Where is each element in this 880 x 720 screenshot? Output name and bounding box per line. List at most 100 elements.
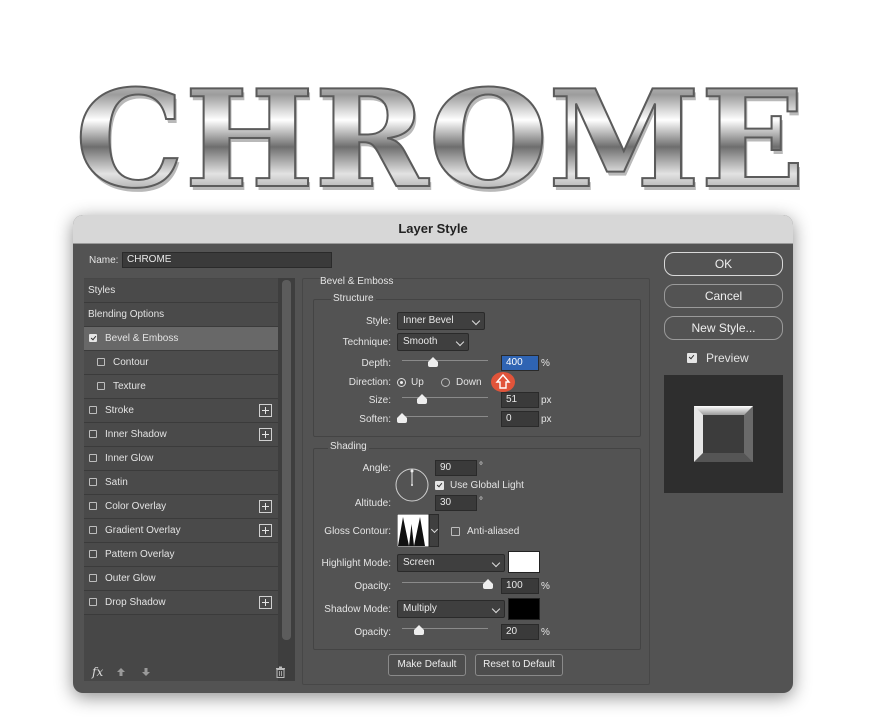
styles-list: Styles Blending Options Bevel & Emboss Con…	[84, 278, 295, 681]
shadow-mode-dropdown[interactable]: Multiply	[397, 600, 505, 618]
highlight-mode-dropdown[interactable]: Screen	[397, 554, 505, 572]
sidebar-item-label: Satin	[105, 477, 128, 488]
shadow-color-swatch[interactable]	[508, 598, 540, 620]
anti-aliased-label: Anti-aliased	[467, 526, 520, 537]
preview-label: Preview	[706, 351, 749, 365]
depth-label: Depth:	[361, 358, 391, 369]
chrome-text: CHROME	[75, 60, 805, 218]
sidebar-item-gradient-overlay[interactable]: Gradient Overlay	[84, 519, 278, 543]
highlight-opacity-input[interactable]: 100	[501, 578, 539, 594]
depth-slider-track[interactable]	[402, 360, 488, 361]
ok-button[interactable]: OK	[664, 252, 783, 276]
dialog-title: Layer Style	[73, 215, 793, 244]
sidebar-item-checkbox[interactable]	[89, 334, 97, 342]
styles-scrollbar[interactable]	[278, 278, 295, 681]
sidebar-item-drop-shadow[interactable]: Drop Shadow	[84, 591, 278, 615]
styles-header[interactable]: Styles	[84, 279, 278, 303]
highlight-opacity-unit: %	[541, 581, 550, 592]
sidebar-item-checkbox[interactable]	[89, 502, 97, 510]
preview-checkbox[interactable]	[687, 353, 697, 363]
add-effect-plus-icon[interactable]	[259, 524, 272, 537]
preview-thumbnail	[664, 375, 783, 493]
add-effect-plus-icon[interactable]	[259, 500, 272, 513]
soften-label: Soften:	[359, 414, 391, 425]
layer-style-dialog: Layer Style Name: CHROME Styles Blending…	[73, 215, 793, 693]
radio-dot	[400, 381, 403, 384]
shadow-mode-value: Multiply	[403, 603, 437, 614]
gloss-contour-swatch[interactable]	[397, 514, 429, 547]
fx-icon[interactable]: fx	[92, 665, 103, 679]
sidebar-item-pattern-overlay[interactable]: Pattern Overlay	[84, 543, 278, 567]
sidebar-item-checkbox[interactable]	[89, 526, 97, 534]
shadow-opacity-unit: %	[541, 627, 550, 638]
sidebar-item-checkbox[interactable]	[89, 598, 97, 606]
arrow-up-icon[interactable]	[116, 667, 126, 677]
angle-dial[interactable]	[394, 467, 430, 503]
highlight-color-swatch[interactable]	[508, 551, 540, 573]
sidebar-item-checkbox[interactable]	[89, 454, 97, 462]
chevron-down-icon	[455, 337, 465, 347]
angle-label: Angle:	[362, 463, 391, 474]
sidebar-item-inner-shadow[interactable]: Inner Shadow	[84, 423, 278, 447]
style-value: Inner Bevel	[403, 315, 454, 326]
sidebar-item-outer-glow[interactable]: Outer Glow	[84, 567, 278, 591]
altitude-unit: °	[479, 496, 483, 507]
sidebar-item-checkbox[interactable]	[89, 574, 97, 582]
sidebar-item-label: Bevel & Emboss	[105, 333, 179, 344]
sidebar-item-satin[interactable]: Satin	[84, 471, 278, 495]
soften-input[interactable]: 0	[501, 411, 539, 427]
scrollbar-thumb[interactable]	[282, 280, 291, 640]
shadow-opacity-label: Opacity:	[354, 627, 391, 638]
global-light-checkbox[interactable]	[435, 481, 444, 490]
new-style-button[interactable]: New Style...	[664, 316, 783, 340]
sidebar-item-bevel-emboss[interactable]: Bevel & Emboss	[84, 327, 278, 351]
name-input[interactable]: CHROME	[122, 252, 332, 268]
sidebar-item-label: Stroke	[105, 405, 134, 416]
highlight-mode-label: Highlight Mode:	[321, 558, 391, 569]
cancel-button[interactable]: Cancel	[664, 284, 783, 308]
altitude-input[interactable]: 30	[435, 495, 477, 511]
highlight-opacity-slider-track[interactable]	[402, 582, 488, 583]
anti-aliased-checkbox[interactable]	[451, 527, 460, 536]
make-default-button[interactable]: Make Default	[388, 654, 466, 676]
sidebar-item-color-overlay[interactable]: Color Overlay	[84, 495, 278, 519]
direction-up-radio[interactable]	[397, 378, 406, 387]
sidebar-item-checkbox[interactable]	[89, 406, 97, 414]
sidebar-item-checkbox[interactable]	[97, 382, 105, 390]
add-effect-plus-icon[interactable]	[259, 596, 272, 609]
size-slider-track[interactable]	[402, 397, 488, 398]
sidebar-item-label: Texture	[113, 381, 146, 392]
soften-slider-track[interactable]	[402, 416, 488, 417]
arrow-down-icon[interactable]	[141, 667, 151, 677]
technique-dropdown[interactable]: Smooth	[397, 333, 469, 351]
technique-label: Technique:	[342, 337, 391, 348]
sidebar-item-label: Gradient Overlay	[105, 525, 181, 536]
angle-unit: °	[479, 461, 483, 472]
add-effect-plus-icon[interactable]	[259, 428, 272, 441]
size-input[interactable]: 51	[501, 392, 539, 408]
sidebar-item-checkbox[interactable]	[97, 358, 105, 366]
angle-input[interactable]: 90	[435, 460, 477, 476]
add-effect-plus-icon[interactable]	[259, 404, 272, 417]
sidebar-item-inner-glow[interactable]: Inner Glow	[84, 447, 278, 471]
depth-unit: %	[541, 358, 550, 369]
direction-down-label: Down	[456, 377, 482, 388]
shadow-opacity-input[interactable]: 20	[501, 624, 539, 640]
gloss-contour-dropdown[interactable]	[429, 514, 439, 547]
style-dropdown[interactable]: Inner Bevel	[397, 312, 485, 330]
highlight-opacity-label: Opacity:	[354, 581, 391, 592]
trash-icon[interactable]	[275, 666, 286, 678]
sidebar-item-checkbox[interactable]	[89, 478, 97, 486]
depth-input[interactable]: 400	[501, 355, 539, 371]
name-label: Name:	[89, 255, 119, 266]
sidebar-item-checkbox[interactable]	[89, 430, 97, 438]
direction-down-radio[interactable]	[441, 378, 450, 387]
sidebar-item-blending-options[interactable]: Blending Options	[84, 303, 278, 327]
reset-to-default-button[interactable]: Reset to Default	[475, 654, 563, 676]
sidebar-item-checkbox[interactable]	[89, 550, 97, 558]
sidebar-item-texture[interactable]: Texture	[84, 375, 278, 399]
chrome-text-banner: CHROME CHROME	[74, 59, 807, 220]
sidebar-item-stroke[interactable]: Stroke	[84, 399, 278, 423]
style-label: Style:	[365, 316, 391, 327]
sidebar-item-contour[interactable]: Contour	[84, 351, 278, 375]
